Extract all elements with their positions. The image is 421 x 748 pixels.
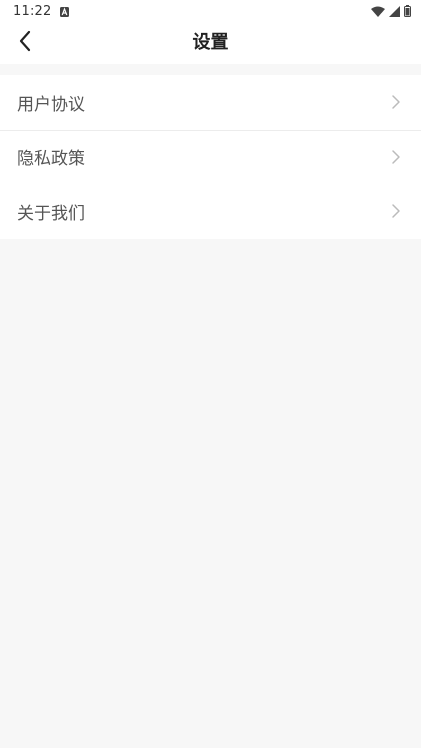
status-time: 11:22 — [13, 3, 52, 19]
status-left: 11:22 — [13, 2, 70, 21]
chevron-right-icon — [391, 149, 401, 165]
a-box-icon — [60, 2, 70, 21]
settings-item-user-agreement[interactable]: 用户协议 — [0, 75, 421, 130]
cell-signal-icon — [389, 5, 400, 17]
settings-item-about-us[interactable]: 关于我们 — [0, 184, 421, 239]
status-right — [371, 5, 411, 17]
settings-item-label: 隐私政策 — [17, 149, 85, 170]
nav-bar: 设置 — [0, 22, 421, 64]
settings-item-label: 关于我们 — [17, 203, 85, 224]
status-bar: 11:22 — [0, 0, 421, 22]
page-title: 设置 — [192, 32, 229, 53]
chevron-right-icon — [391, 203, 401, 219]
battery-icon — [404, 5, 411, 17]
settings-item-privacy-policy[interactable]: 隐私政策 — [0, 129, 421, 185]
chevron-right-icon — [391, 94, 401, 110]
settings-screen: 11:22 设置 用户协议 隐私政策 关于我们 — [0, 0, 421, 748]
settings-list: 用户协议 隐私政策 关于我们 — [0, 75, 421, 239]
wifi-icon — [371, 6, 385, 17]
settings-item-label: 用户协议 — [17, 94, 85, 115]
